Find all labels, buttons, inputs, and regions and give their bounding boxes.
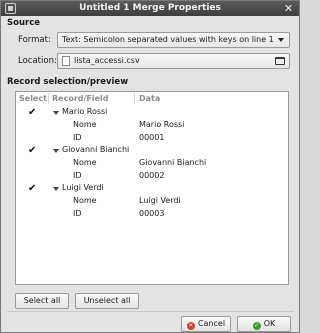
record-name: Luigi Verdi — [62, 183, 104, 192]
cancel-icon: ✕ — [186, 322, 195, 330]
window-icon — [5, 3, 16, 14]
field-data: 00003 — [139, 209, 165, 218]
field-data: Luigi Verdi — [139, 196, 181, 205]
field-name: Nome — [73, 158, 97, 167]
format-value: Text: Semicolon separated values with ke… — [62, 35, 274, 44]
file-icon — [62, 56, 70, 66]
cancel-button[interactable]: ✕ Cancel — [181, 316, 231, 332]
location-value: lista_accessi.csv — [74, 56, 140, 65]
expander-down-icon[interactable] — [53, 111, 59, 115]
chevron-down-icon — [278, 38, 284, 42]
format-label: Format: — [18, 35, 51, 45]
field-data: Mario Rossi — [139, 120, 185, 129]
source-section-title: Source — [7, 18, 41, 28]
field-data: Giovanni Bianchi — [139, 158, 207, 167]
select-all-button[interactable]: Select all — [15, 293, 69, 309]
column-separator — [134, 93, 135, 104]
column-separator — [48, 93, 49, 104]
location-label: Location: — [18, 56, 57, 66]
unselect-all-button[interactable]: Unselect all — [75, 293, 139, 309]
field-data: 00001 — [139, 133, 165, 142]
title-bar[interactable]: Untitled 1 Merge Properties ✕ — [1, 1, 299, 16]
record-tree-view[interactable]: Select Record/Field Data ✔ Mario Rossi N… — [15, 91, 289, 285]
record-selection-title: Record selection/preview — [7, 77, 129, 87]
ok-icon: ✓ — [252, 322, 261, 330]
field-name: ID — [73, 133, 82, 142]
column-header-select[interactable]: Select — [19, 92, 47, 105]
folder-open-icon — [275, 57, 285, 65]
record-name: Giovanni Bianchi — [62, 145, 130, 154]
format-combo[interactable]: Text: Semicolon separated values with ke… — [57, 32, 290, 48]
window-title: Untitled 1 Merge Properties — [79, 3, 221, 13]
record-checkbox[interactable]: ✔ — [28, 108, 37, 118]
location-file-chooser[interactable]: lista_accessi.csv — [57, 53, 290, 69]
field-name: Nome — [73, 196, 97, 205]
select-all-label: Select all — [23, 296, 61, 305]
field-name: Nome — [73, 120, 97, 129]
divider — [7, 311, 294, 312]
ok-button[interactable]: ✓ OK — [237, 316, 291, 332]
record-checkbox[interactable]: ✔ — [28, 184, 37, 194]
column-header-record-field[interactable]: Record/Field — [52, 92, 109, 105]
cancel-label: Cancel — [197, 319, 226, 328]
field-data: 00002 — [139, 171, 165, 180]
field-name: ID — [73, 209, 82, 218]
merge-properties-dialog: Untitled 1 Merge Properties ✕ Source For… — [0, 0, 300, 333]
ok-label: OK — [263, 319, 276, 328]
field-name: ID — [73, 171, 82, 180]
column-header-data[interactable]: Data — [139, 92, 160, 105]
close-icon[interactable]: ✕ — [282, 2, 295, 15]
record-checkbox[interactable]: ✔ — [28, 146, 37, 156]
record-name: Mario Rossi — [62, 107, 108, 116]
expander-down-icon[interactable] — [53, 187, 59, 191]
expander-down-icon[interactable] — [53, 149, 59, 153]
unselect-all-label: Unselect all — [83, 296, 131, 305]
